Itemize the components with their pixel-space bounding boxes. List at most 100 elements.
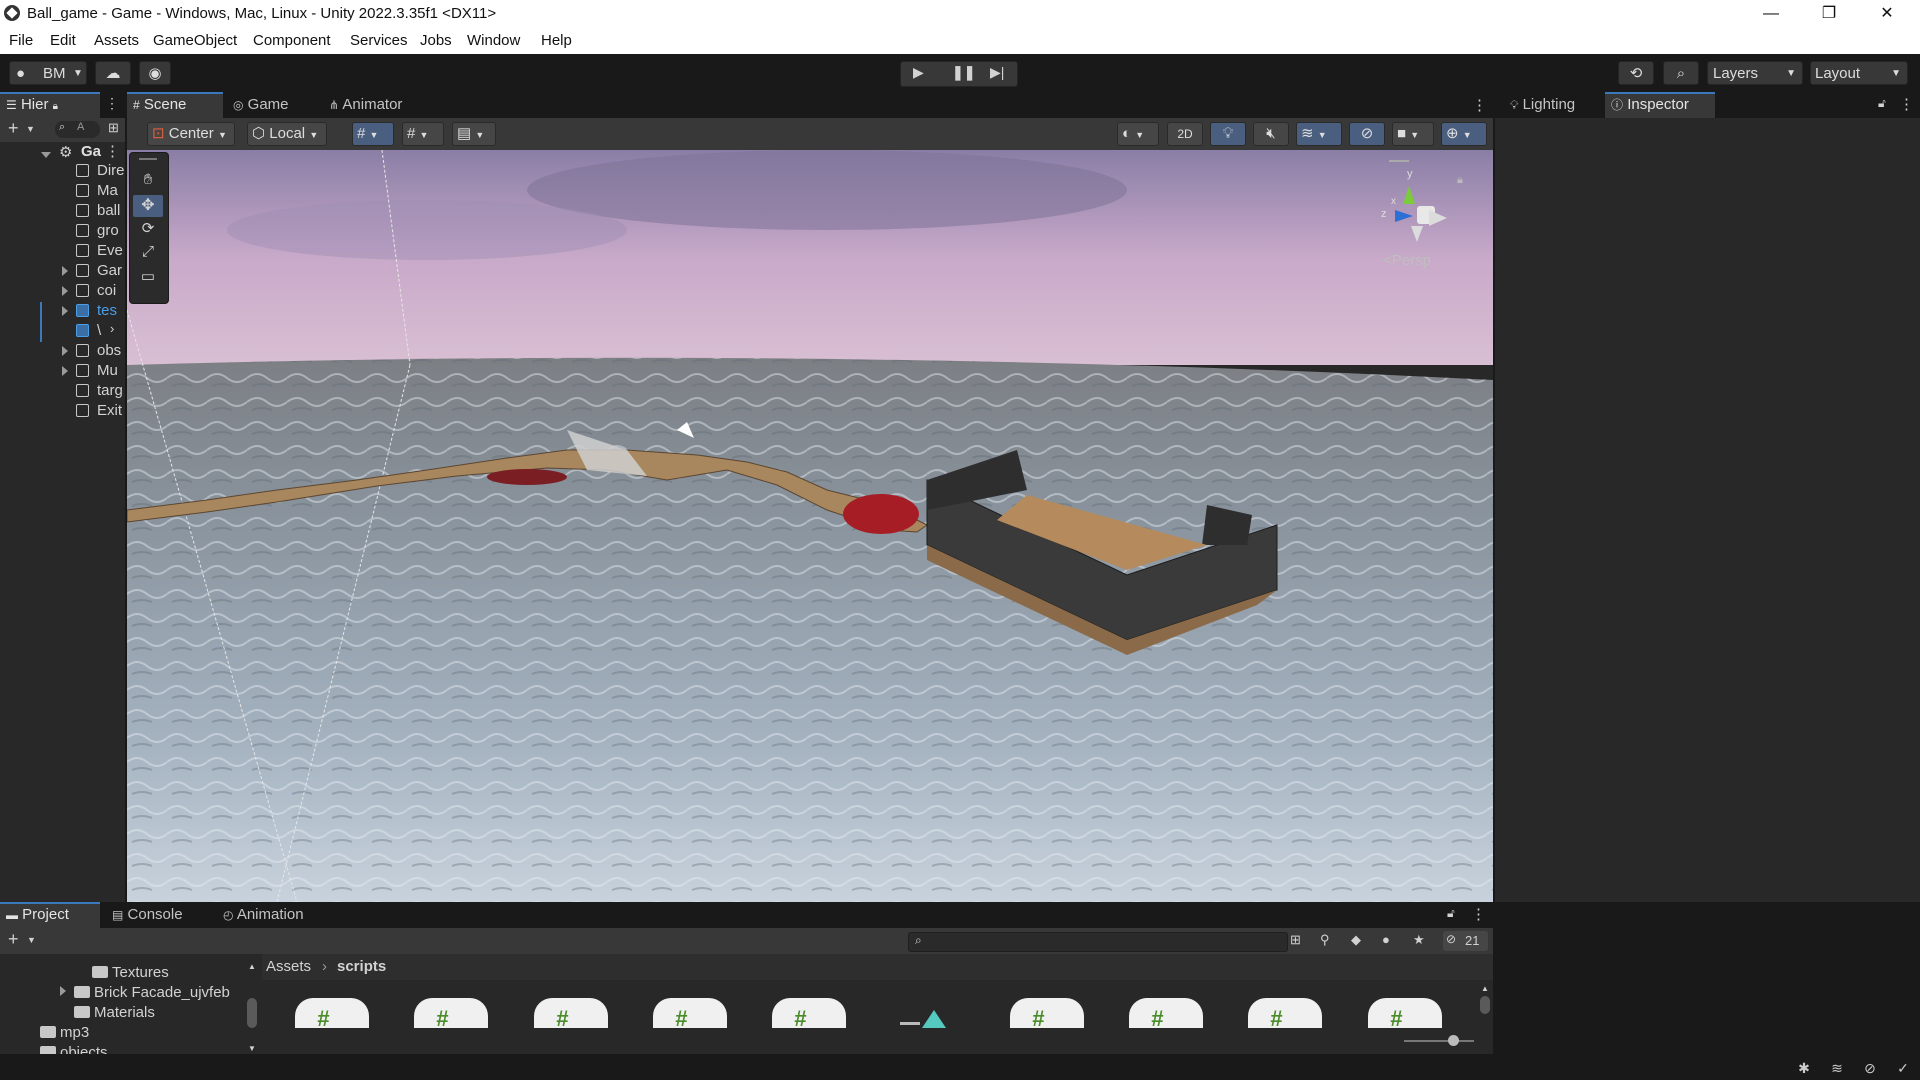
lighting-toggle[interactable]: 💡︎: [1210, 122, 1246, 146]
script-file-icon[interactable]: #: [1368, 998, 1442, 1028]
expand-arrow-icon[interactable]: [62, 306, 68, 316]
camera-dropdown[interactable]: ■ ▼: [1392, 122, 1434, 146]
undo-history-button[interactable]: ⟲: [1618, 61, 1654, 85]
menu-component[interactable]: Component: [253, 32, 331, 49]
breadcrumb-scripts[interactable]: scripts: [337, 958, 386, 975]
lock-icon[interactable]: 🔒︎: [1457, 174, 1463, 187]
draw-mode-dropdown[interactable]: ◐ ▼: [1117, 122, 1159, 146]
hierarchy-item-selected[interactable]: tes: [97, 302, 117, 320]
scroll-up-icon[interactable]: ▲: [248, 962, 256, 971]
slider-thumb[interactable]: [1448, 1035, 1459, 1046]
folder-item[interactable]: mp3: [40, 1024, 89, 1042]
layers-dropdown[interactable]: Layers ▼: [1707, 61, 1803, 85]
layout-dropdown[interactable]: Layout ▼: [1810, 61, 1908, 85]
more-icon[interactable]: ⋮: [1899, 95, 1914, 113]
folder-item[interactable]: Materials: [74, 1004, 155, 1022]
more-icon[interactable]: ⋮: [1472, 96, 1487, 114]
tab-hierarchy[interactable]: ☰ Hier 🔒︎: [0, 92, 100, 118]
grid-scrollbar[interactable]: ▲: [1479, 984, 1491, 1026]
gizmos-dropdown[interactable]: ⊕ ▼: [1441, 122, 1487, 146]
increment-snap-button[interactable]: ▤ ▼: [452, 122, 496, 146]
hierarchy-item[interactable]: coi: [97, 282, 116, 300]
axis-neg-y-cone[interactable]: [1411, 226, 1423, 242]
close-button[interactable]: ✕: [1858, 0, 1916, 28]
expand-arrow-icon[interactable]: [62, 366, 68, 376]
effects-dropdown[interactable]: ≋ ▼: [1296, 122, 1342, 146]
shader-asset-icon[interactable]: [900, 1010, 950, 1028]
menu-services[interactable]: Services: [350, 32, 408, 49]
cloud-button[interactable]: ☁: [95, 61, 131, 85]
account-dropdown[interactable]: ● BM ▼: [9, 61, 87, 85]
script-file-icon[interactable]: #: [772, 998, 846, 1028]
axis-y-cone[interactable]: [1403, 186, 1415, 204]
tab-inspector[interactable]: ⓘ Inspector: [1605, 92, 1715, 118]
folder-item[interactable]: Brick Facade_ujvfeb: [74, 984, 230, 1002]
tree-scrollbar[interactable]: ▲ ▼: [246, 962, 258, 1053]
hierarchy-item[interactable]: Ma: [97, 182, 118, 200]
chevron-down-icon[interactable]: ▼: [27, 935, 36, 945]
axis-neg-x-cone[interactable]: [1429, 210, 1447, 226]
audio-toggle[interactable]: 🔇︎: [1253, 122, 1289, 146]
scene-visibility-toggle[interactable]: ⊘: [1349, 122, 1385, 146]
lock-icon[interactable]: 🔓︎: [1878, 96, 1886, 111]
menu-jobs[interactable]: Jobs: [420, 32, 452, 49]
toggle-2d-button[interactable]: 2D: [1167, 122, 1203, 146]
tab-project[interactable]: ▬ Project: [0, 902, 100, 928]
script-file-icon[interactable]: #: [534, 998, 608, 1028]
grid-snap-button[interactable]: # ▼: [352, 122, 394, 146]
expand-arrow-icon[interactable]: [41, 152, 51, 158]
script-file-icon[interactable]: #: [1010, 998, 1084, 1028]
expand-arrow-icon[interactable]: [62, 346, 68, 356]
hierarchy-item[interactable]: Exit: [97, 402, 122, 420]
menu-window[interactable]: Window: [467, 32, 520, 49]
rotate-tool-button[interactable]: ⟳: [133, 219, 163, 241]
expand-arrow-icon[interactable]: [62, 266, 68, 276]
menu-assets[interactable]: Assets: [94, 32, 139, 49]
hierarchy-search-input[interactable]: ⌕ A: [55, 121, 100, 138]
scene-viewport[interactable]: ✋︎ ✥ ⟳ ⤢ ▭ 🔒︎ y z x <Persp: [127, 150, 1493, 902]
move-tool-button[interactable]: ✥: [133, 195, 163, 217]
scene-search-icon[interactable]: ⊞: [108, 120, 119, 136]
folder-item[interactable]: Textures: [92, 964, 169, 982]
more-icon[interactable]: ⋮: [105, 95, 119, 112]
hierarchy-item[interactable]: obs: [97, 342, 121, 360]
tab-scene[interactable]: # Scene: [127, 92, 223, 118]
scene-name[interactable]: Ga: [81, 143, 101, 160]
hierarchy-item[interactable]: Eve: [97, 242, 123, 260]
hierarchy-item[interactable]: targ: [97, 382, 123, 400]
maximize-button[interactable]: ❐: [1800, 0, 1858, 28]
axis-z-cone[interactable]: [1395, 210, 1413, 222]
scrollbar-thumb[interactable]: [1480, 996, 1490, 1014]
minimize-button[interactable]: —: [1742, 0, 1800, 28]
scrollbar-thumb[interactable]: [247, 998, 257, 1028]
hierarchy-item[interactable]: \: [97, 322, 101, 340]
script-file-icon[interactable]: #: [414, 998, 488, 1028]
add-icon[interactable]: +: [8, 929, 19, 950]
hidden-packages-toggle[interactable]: ⊘ 21: [1443, 931, 1488, 951]
label-filter-icon[interactable]: ◆: [1351, 932, 1361, 948]
tab-lighting[interactable]: 💡︎ Lighting: [1504, 92, 1599, 118]
pivot-dropdown[interactable]: ⊡ Center ▼: [147, 122, 235, 146]
hand-tool-button[interactable]: ✋︎: [133, 171, 163, 193]
lock-icon[interactable]: 🔒︎: [53, 101, 58, 112]
script-file-icon[interactable]: #: [653, 998, 727, 1028]
grid-visibility-button[interactable]: # ▼: [402, 122, 444, 146]
script-file-icon[interactable]: #: [295, 998, 369, 1028]
hierarchy-item[interactable]: Dire: [97, 162, 125, 180]
network-icon[interactable]: ⊘: [1861, 1060, 1879, 1078]
tab-console[interactable]: ▤ Console: [106, 902, 202, 928]
add-icon[interactable]: +: [8, 118, 19, 139]
lock-icon[interactable]: 🔓︎: [1447, 906, 1455, 921]
check-icon[interactable]: ✓: [1894, 1060, 1912, 1078]
breadcrumb-assets[interactable]: Assets: [266, 958, 311, 975]
hierarchy-item[interactable]: Mu: [97, 362, 118, 380]
rect-tool-button[interactable]: ▭: [133, 267, 163, 289]
search-button[interactable]: ⌕: [1663, 61, 1699, 85]
scale-tool-button[interactable]: ⤢: [133, 243, 163, 265]
play-button[interactable]: ▶: [913, 64, 924, 81]
search-scope-icon[interactable]: ⊞: [1290, 932, 1301, 948]
layers-icon[interactable]: ≋: [1828, 1060, 1846, 1078]
more-icon[interactable]: ⋮: [1471, 905, 1486, 923]
step-button[interactable]: ▶|: [990, 64, 1004, 81]
expand-arrow-icon[interactable]: [60, 986, 66, 996]
